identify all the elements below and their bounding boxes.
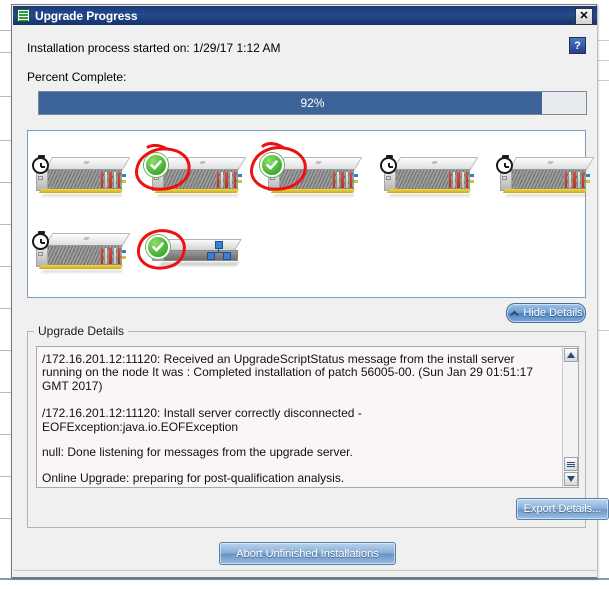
background-rule (0, 392, 11, 393)
network-switch-icon (146, 231, 244, 275)
background-rule (598, 40, 609, 41)
list-document-icon (17, 9, 30, 22)
device-node-6[interactable] (32, 231, 131, 275)
rack-server-icon (260, 153, 363, 199)
clock-icon (32, 231, 49, 250)
upgrade-details-group: Upgrade Details /172.16.201.12:11120: Re… (27, 324, 609, 528)
window-title: Upgrade Progress (35, 8, 138, 23)
background-rule (0, 30, 11, 31)
export-details-button[interactable]: Export Details... (516, 498, 609, 520)
chevron-up-icon (510, 310, 520, 316)
background-rule (598, 80, 609, 81)
hide-details-label: Hide Details (523, 307, 583, 319)
export-details-label: Export Details... (523, 503, 602, 515)
background-rule (0, 52, 11, 53)
background-rule (0, 182, 11, 183)
background-rule (0, 266, 11, 267)
progress-bar: 92% (38, 91, 587, 115)
dialog-client-area: Installation process started on: 1/29/17… (13, 25, 609, 577)
device-node-1[interactable] (32, 155, 131, 199)
background-rule (0, 434, 11, 435)
log-line: null: Done listening for messages from t… (42, 445, 353, 460)
abort-button-label: Abort Unfinished Installations (236, 547, 379, 560)
background-rule (0, 96, 11, 97)
title-bar[interactable]: Upgrade Progress ✕ (13, 6, 597, 25)
installation-started-text: Installation process started on: 1/29/17… (27, 41, 281, 55)
background-rule (598, 60, 609, 61)
device-node-3[interactable] (250, 142, 363, 199)
hide-details-button[interactable]: Hide Details (506, 303, 586, 323)
upgrade-details-legend: Upgrade Details (34, 324, 129, 338)
clock-icon (380, 155, 397, 174)
upgrade-progress-dialog: Upgrade Progress ✕ Installation process … (11, 4, 609, 578)
rack-server-icon (144, 153, 247, 199)
footer-divider (14, 570, 598, 571)
scroll-up-button[interactable] (564, 348, 578, 362)
log-line: /172.16.201.12:11120: Received an Upgrad… (42, 352, 534, 393)
background-rule (0, 476, 11, 477)
device-node-7[interactable] (136, 229, 244, 275)
green-check-icon (260, 153, 284, 177)
background-rule (0, 140, 11, 141)
background-rule (0, 224, 11, 225)
close-button[interactable]: ✕ (575, 8, 593, 25)
log-line: Online Upgrade: preparing for post-quali… (42, 470, 345, 485)
upgrade-details-text: /172.16.201.12:11120: Received an Upgrad… (42, 352, 554, 487)
background-right-column (598, 0, 609, 578)
percent-complete-label: Percent Complete: (27, 70, 127, 84)
background-rule (0, 350, 11, 351)
devices-panel (27, 130, 595, 298)
log-line: /172.16.201.12:11120: Install server cor… (42, 406, 362, 434)
device-node-5[interactable] (496, 155, 595, 199)
green-check-icon (144, 153, 168, 177)
help-icon[interactable]: ? (569, 37, 586, 54)
rack-server-icon (380, 155, 479, 199)
network-topology-icon (207, 241, 231, 261)
abort-unfinished-installations-button[interactable]: Abort Unfinished Installations (219, 542, 396, 565)
green-check-icon (146, 235, 170, 259)
upgrade-details-log[interactable]: /172.16.201.12:11120: Received an Upgrad… (36, 346, 579, 488)
background-bottom-rule (0, 578, 609, 580)
scrollbar-thumb[interactable] (564, 457, 578, 471)
background-rule (0, 518, 11, 519)
clock-icon (32, 155, 49, 174)
rack-server-icon (496, 155, 595, 199)
device-node-4[interactable] (380, 155, 479, 199)
rack-server-icon (32, 155, 131, 199)
background-rule (0, 308, 11, 309)
background-rule (598, 330, 609, 331)
scroll-down-button[interactable] (564, 472, 578, 486)
device-node-2[interactable] (134, 143, 247, 199)
progress-bar-value: 92% (300, 96, 325, 110)
details-scrollbar[interactable] (562, 347, 578, 487)
clock-icon (496, 155, 513, 174)
rack-server-icon (32, 231, 131, 275)
